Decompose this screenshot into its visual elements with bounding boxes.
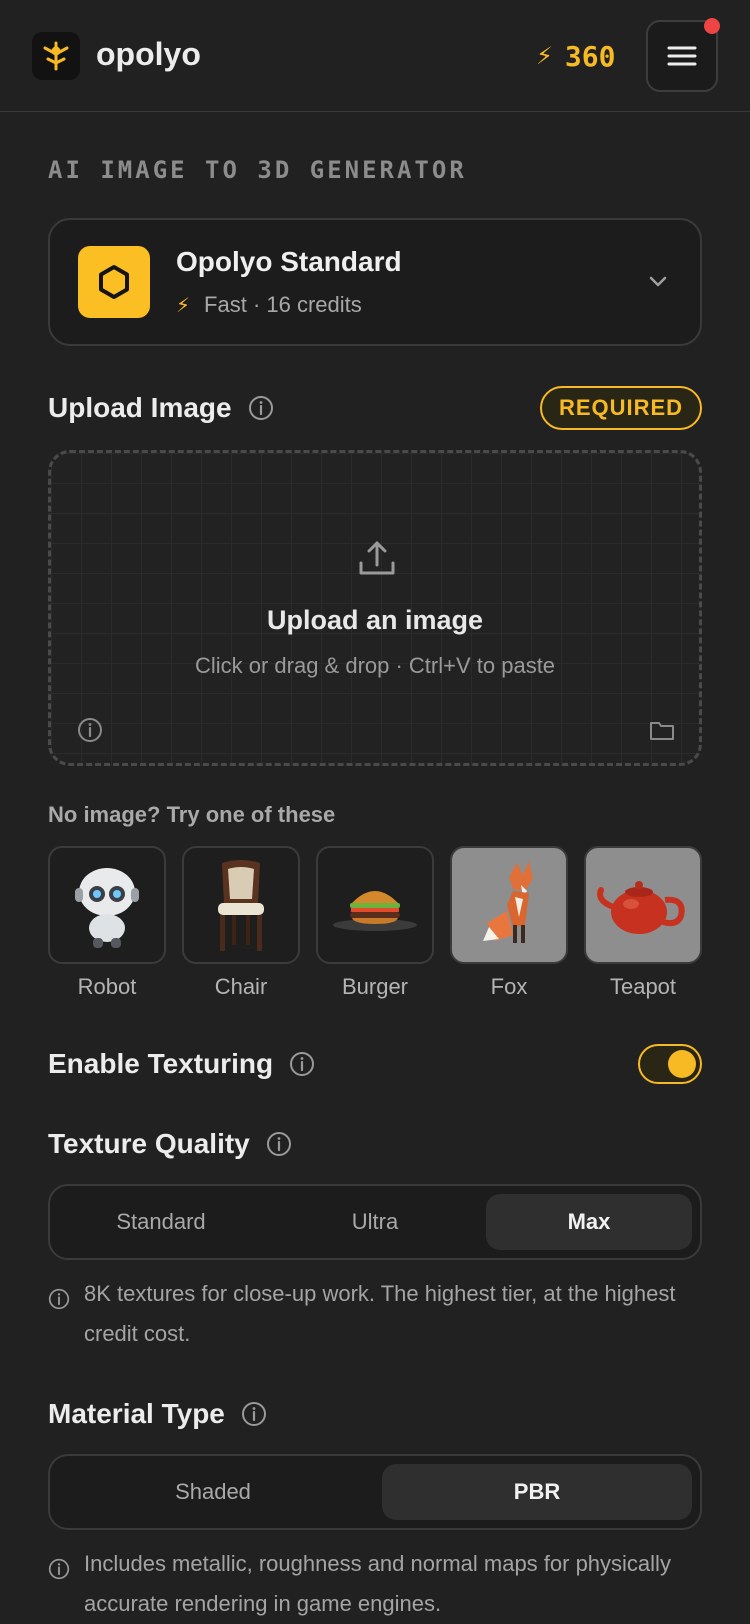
bolt-icon: ⚡ <box>536 42 553 70</box>
sample-teapot[interactable]: Teapot <box>584 846 702 1000</box>
sample-burger[interactable]: Burger <box>316 846 434 1000</box>
material-option-shaded[interactable]: Shaded <box>58 1464 368 1520</box>
folder-icon[interactable] <box>649 719 675 746</box>
info-icon <box>48 1274 70 1354</box>
upload-title: Upload an image <box>266 605 484 635</box>
sample-robot[interactable]: Robot <box>48 846 166 1000</box>
info-icon[interactable] <box>241 1401 267 1427</box>
fox-thumbnail[interactable] <box>450 846 568 964</box>
sample-fox[interactable]: Fox <box>450 846 568 1000</box>
material-note: Includes metallic, roughness and normal … <box>48 1544 708 1624</box>
model-selector[interactable]: Opolyo Standard ⚡ Fast · 16 credits <box>48 218 702 346</box>
burger-thumbnail[interactable] <box>316 846 434 964</box>
texture-quality-option-max[interactable]: Max <box>486 1194 692 1250</box>
sample-label: Robot <box>77 974 137 999</box>
texture-quality-label: Texture Quality <box>48 1124 292 1164</box>
texture-quality-label-text: Texture Quality <box>48 1128 250 1159</box>
credits-value: 360 <box>564 39 616 73</box>
texturing-toggle[interactable] <box>638 1044 702 1084</box>
upload-icon <box>359 541 395 575</box>
upload-label-text: Upload Image <box>48 392 232 423</box>
material-type-label-text: Material Type <box>48 1398 225 1429</box>
texture-quality-option-ultra[interactable]: Ultra <box>272 1194 478 1250</box>
texture-quality-note-text: 8K textures for close-up work. The highe… <box>84 1281 676 1346</box>
info-icon[interactable] <box>289 1051 315 1077</box>
texturing-label-text: Enable Texturing <box>48 1048 274 1079</box>
info-icon[interactable] <box>266 1131 292 1157</box>
model-meta-text: Fast · 16 credits <box>204 292 362 317</box>
brand-name[interactable]: opolyo <box>96 36 201 73</box>
robot-thumbnail[interactable] <box>48 846 166 964</box>
sample-label: Teapot <box>609 974 677 999</box>
material-option-pbr[interactable]: PBR <box>382 1464 692 1520</box>
bolt-icon: ⚡ <box>176 294 191 317</box>
chevron-down-icon <box>649 276 667 287</box>
hexagon-icon <box>78 246 150 318</box>
material-note-text: Includes metallic, roughness and normal … <box>84 1551 671 1616</box>
credits-counter[interactable]: ⚡ 360 <box>536 38 615 74</box>
upload-subtitle: Click or drag & drop · Ctrl+V to paste <box>194 653 556 678</box>
texture-quality-selector: Standard Ultra Max <box>48 1184 702 1260</box>
texturing-label: Enable Texturing <box>48 1044 315 1084</box>
sample-label: Burger <box>341 974 409 999</box>
material-type-label: Material Type <box>48 1394 267 1434</box>
teapot-thumbnail[interactable] <box>584 846 702 964</box>
toggle-knob <box>668 1050 696 1078</box>
sample-images: Robot Chair Burger Fox Teapot <box>48 846 704 1002</box>
info-icon <box>48 1544 70 1624</box>
app-header: opolyo ⚡ 360 <box>0 0 750 112</box>
model-name: Opolyo Standard <box>176 246 402 277</box>
sample-chair[interactable]: Chair <box>182 846 300 1000</box>
samples-label: No image? Try one of these <box>48 802 336 827</box>
material-type-selector: Shaded PBR <box>48 1454 702 1530</box>
sample-label: Fox <box>490 974 528 999</box>
info-icon[interactable] <box>77 717 103 748</box>
notification-dot <box>704 18 720 34</box>
required-badge: REQUIRED <box>540 386 702 430</box>
sample-label: Chair <box>214 974 268 999</box>
info-icon[interactable] <box>248 395 274 421</box>
texture-quality-option-standard[interactable]: Standard <box>58 1194 264 1250</box>
page-title: AI IMAGE TO 3D GENERATOR <box>48 156 467 184</box>
opolyo-logo-icon[interactable] <box>32 32 80 80</box>
model-meta: ⚡ Fast · 16 credits <box>176 292 362 318</box>
menu-icon <box>667 46 697 66</box>
upload-label: Upload Image <box>48 386 274 430</box>
chair-thumbnail[interactable] <box>182 846 300 964</box>
upload-dropzone[interactable]: Upload an image Click or drag & drop · C… <box>48 450 702 766</box>
texture-quality-note: 8K textures for close-up work. The highe… <box>48 1274 708 1354</box>
